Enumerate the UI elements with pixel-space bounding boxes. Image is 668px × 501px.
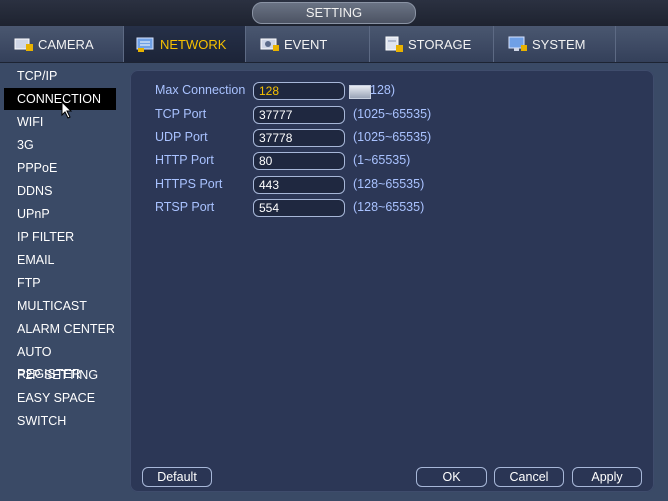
mouse-pointer-icon [61,100,73,124]
rtsp-port-label: RTSP Port [155,200,215,214]
apply-button[interactable]: Apply [572,467,642,487]
sidebar-item-wifi[interactable]: WIFI [4,111,116,133]
tab-system-label: SYSTEM [532,36,586,52]
network-icon [136,36,156,52]
sidebar-item-connection[interactable]: CONNECTION [4,88,116,110]
cancel-button[interactable]: Cancel [494,467,564,487]
main-tab-bar: CAMERA NETWORK EVENT STORAGE SYSTEM [0,26,668,63]
window-title: SETTING [252,2,416,24]
http-port-range: (1~65535) [353,153,411,167]
default-button[interactable]: Default [142,467,212,487]
max-connection-range: 128) [370,83,396,97]
max-connection-field[interactable]: 128 [253,82,345,100]
keyboard-icon[interactable] [349,85,371,99]
sidebar-item-p2p-setting[interactable]: P2P SETTING [4,364,116,386]
camera-icon [14,36,34,52]
tab-camera-label: CAMERA [38,36,94,52]
tab-camera[interactable]: CAMERA [0,26,124,62]
tab-storage-label: STORAGE [408,36,472,52]
tab-event-label: EVENT [284,36,328,52]
udp-port-label: UDP Port [155,130,208,144]
tcp-port-field[interactable]: 37777 [253,106,345,124]
tab-network-label: NETWORK [160,36,227,52]
sidebar-item-pppoe[interactable]: PPPoE [4,157,116,179]
sidebar-item-auto-register[interactable]: AUTO REGISTER [4,341,116,381]
http-port-field[interactable]: 80 [253,152,345,170]
https-port-range: (128~65535) [353,177,425,191]
sidebar-item-upnp[interactable]: UPnP [4,203,116,225]
event-icon [260,36,280,52]
https-port-label: HTTPS Port [155,177,223,191]
sidebar-item-ip-filter[interactable]: IP FILTER [4,226,116,248]
sidebar-item-email[interactable]: EMAIL [4,249,116,271]
udp-port-field[interactable]: 37778 [253,129,345,147]
system-icon [508,36,528,52]
sidebar-item-tcpip[interactable]: TCP/IP [4,65,116,87]
sidebar-item-ftp[interactable]: FTP [4,272,116,294]
tab-network[interactable]: NETWORK [124,26,246,62]
rtsp-port-field[interactable]: 554 [253,199,345,217]
sidebar-item-alarm-center[interactable]: ALARM CENTER [4,318,116,340]
sidebar-item-easy-space[interactable]: EASY SPACE [4,387,116,409]
tab-system[interactable]: SYSTEM [494,26,616,62]
network-sidebar: TCP/IP CONNECTION WIFI 3G PPPoE DDNS UPn… [0,62,120,501]
title-bar: SETTING [0,0,668,26]
sidebar-item-ddns[interactable]: DDNS [4,180,116,202]
tcp-port-label: TCP Port [155,107,207,121]
storage-icon [384,36,404,52]
http-port-label: HTTP Port [155,153,214,167]
udp-port-range: (1025~65535) [353,130,432,144]
ok-button[interactable]: OK [416,467,487,487]
max-connection-label: Max Connection [155,83,246,97]
sidebar-item-multicast[interactable]: MULTICAST [4,295,116,317]
https-port-field[interactable]: 443 [253,176,345,194]
rtsp-port-range: (128~65535) [353,200,425,214]
sidebar-item-switch[interactable]: SWITCH [4,410,116,432]
tab-event[interactable]: EVENT [246,26,370,62]
sidebar-item-3g[interactable]: 3G [4,134,116,156]
tab-storage[interactable]: STORAGE [370,26,494,62]
tcp-port-range: (1025~65535) [353,107,432,121]
